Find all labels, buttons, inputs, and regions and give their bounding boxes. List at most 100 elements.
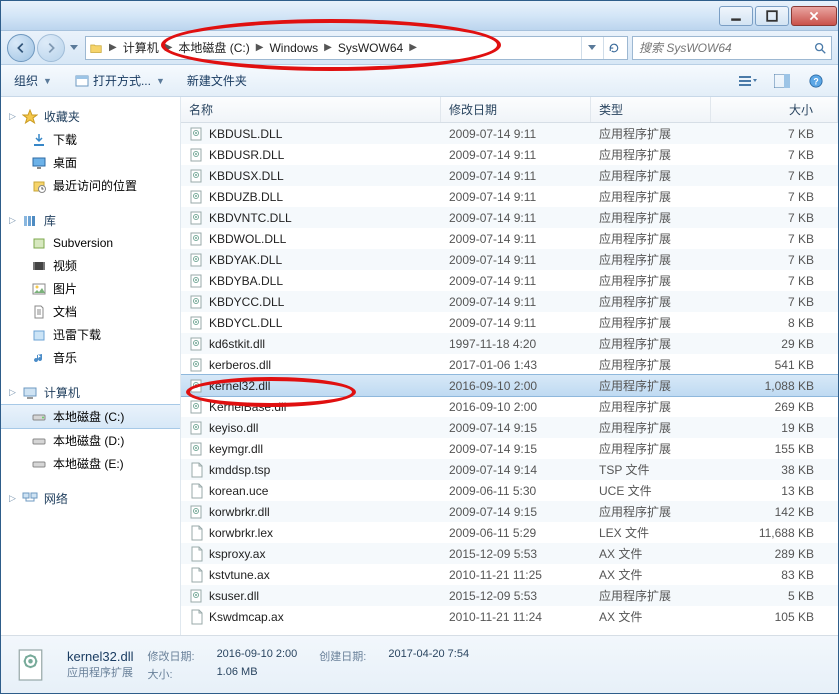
history-dropdown[interactable] [67,36,81,60]
file-name: KBDYCC.DLL [209,295,284,309]
sidebar-group-network[interactable]: ▷ 网络 [1,487,180,510]
file-row[interactable]: KBDUSX.DLL2009-07-14 9:11应用程序扩展7 KB [181,165,838,186]
dll-icon [189,357,205,373]
file-row[interactable]: korean.uce2009-06-11 5:30UCE 文件13 KB [181,480,838,501]
help-button[interactable]: ? [802,70,830,92]
file-row[interactable]: KBDUSR.DLL2009-07-14 9:11应用程序扩展7 KB [181,144,838,165]
search-icon[interactable] [809,41,831,55]
maximize-button[interactable] [755,6,789,26]
file-list[interactable]: KBDUSL.DLL2009-07-14 9:11应用程序扩展7 KBKBDUS… [181,123,838,635]
collapse-icon: ▷ [9,111,16,122]
video-icon [31,258,47,274]
sidebar-group-favorites[interactable]: ▷ 收藏夹 [1,105,180,128]
file-row[interactable]: korwbrkr.dll2009-07-14 9:15应用程序扩展142 KB [181,501,838,522]
file-row[interactable]: kmddsp.tsp2009-07-14 9:14TSP 文件38 KB [181,459,838,480]
breadcrumb-item[interactable]: Windows [266,37,321,59]
sidebar-item-recent[interactable]: 最近访问的位置 [1,174,180,197]
file-row[interactable]: keyiso.dll2009-07-14 9:15应用程序扩展19 KB [181,417,838,438]
sidebar-item-drive-e[interactable]: 本地磁盘 (E:) [1,452,180,475]
file-date: 2009-07-14 9:11 [441,169,591,183]
file-size: 7 KB [711,127,838,141]
file-row[interactable]: KBDUZB.DLL2009-07-14 9:11应用程序扩展7 KB [181,186,838,207]
breadcrumb-dropdown[interactable] [581,37,601,59]
sidebar-item-videos[interactable]: 视频 [1,254,180,277]
file-row[interactable]: korwbrkr.lex2009-06-11 5:29LEX 文件11,688 … [181,522,838,543]
file-row[interactable]: kerberos.dll2017-01-06 1:43应用程序扩展541 KB [181,354,838,375]
file-type: 应用程序扩展 [591,188,711,205]
sidebar-item-downloads[interactable]: 下载 [1,128,180,151]
sidebar-item-label: 视频 [53,257,77,274]
dll-icon [189,378,205,394]
column-size[interactable]: 大小 [711,97,838,122]
file-size: 38 KB [711,463,838,477]
sidebar-item-drive-c[interactable]: 本地磁盘 (C:) [1,404,180,429]
forward-button[interactable] [37,34,65,62]
preview-pane-button[interactable] [768,70,796,92]
refresh-button[interactable] [603,37,623,59]
file-date: 2009-06-11 5:29 [441,526,591,540]
chevron-right-icon: ▶ [253,42,267,53]
file-row[interactable]: KBDYCL.DLL2009-07-14 9:11应用程序扩展8 KB [181,312,838,333]
sidebar-item-drive-d[interactable]: 本地磁盘 (D:) [1,429,180,452]
file-size: 5 KB [711,589,838,603]
file-row[interactable]: KBDYBA.DLL2009-07-14 9:11应用程序扩展7 KB [181,270,838,291]
breadcrumb-item[interactable]: 计算机 [120,37,162,59]
file-row[interactable]: KernelBase.dll2016-09-10 2:00应用程序扩展269 K… [181,396,838,417]
search-input[interactable] [633,41,809,55]
open-with-menu[interactable]: 打开方式... ▼ [69,69,170,92]
sidebar-item-subversion[interactable]: Subversion [1,232,180,254]
file-row[interactable]: kernel32.dll2016-09-10 2:00应用程序扩展1,088 K… [181,375,838,396]
sidebar-item-documents[interactable]: 文档 [1,300,180,323]
svn-icon [31,235,47,251]
breadcrumb-item[interactable]: 本地磁盘 (C:) [175,37,252,59]
file-row[interactable]: KBDWOL.DLL2009-07-14 9:11应用程序扩展7 KB [181,228,838,249]
file-row[interactable]: kstvtune.ax2010-11-21 11:25AX 文件83 KB [181,564,838,585]
column-name[interactable]: 名称 [181,97,441,122]
file-icon [189,462,205,478]
file-row[interactable]: KBDUSL.DLL2009-07-14 9:11应用程序扩展7 KB [181,123,838,144]
file-row[interactable]: KBDYAK.DLL2009-07-14 9:11应用程序扩展7 KB [181,249,838,270]
file-date: 2015-12-09 5:53 [441,589,591,603]
file-row[interactable]: ksuser.dll2015-12-09 5:53应用程序扩展5 KB [181,585,838,606]
sidebar-item-pictures[interactable]: 图片 [1,277,180,300]
file-row[interactable]: keymgr.dll2009-07-14 9:15应用程序扩展155 KB [181,438,838,459]
file-date: 2009-07-14 9:11 [441,232,591,246]
file-name: KernelBase.dll [209,400,286,414]
dll-icon [189,168,205,184]
organize-menu[interactable]: 组织 ▼ [9,69,57,92]
sidebar-item-desktop[interactable]: 桌面 [1,151,180,174]
file-row[interactable]: ksproxy.ax2015-12-09 5:53AX 文件289 KB [181,543,838,564]
search-box[interactable] [632,36,832,60]
minimize-button[interactable] [719,6,753,26]
file-row[interactable]: kd6stkit.dll1997-11-18 4:20应用程序扩展29 KB [181,333,838,354]
details-mod-value: 2016-09-10 2:00 [217,648,298,664]
file-icon [189,483,205,499]
breadcrumb[interactable]: ▶ 计算机 ▶ 本地磁盘 (C:) ▶ Windows ▶ SysWOW64 ▶ [85,36,628,60]
breadcrumb-item[interactable]: SysWOW64 [335,37,406,59]
chevron-right-icon: ▶ [162,42,176,53]
sidebar-group-libraries[interactable]: ▷ 库 [1,209,180,232]
file-name: kerberos.dll [209,358,271,372]
file-size: 7 KB [711,295,838,309]
library-icon [22,213,38,229]
file-icon [189,546,205,562]
back-button[interactable] [7,34,35,62]
new-folder-button[interactable]: 新建文件夹 [182,69,252,92]
close-button[interactable] [791,6,837,26]
file-row[interactable]: Kswdmcap.ax2010-11-21 11:24AX 文件105 KB [181,606,838,627]
sidebar-group-computer[interactable]: ▷ 计算机 [1,381,180,404]
file-row[interactable]: KBDYCC.DLL2009-07-14 9:11应用程序扩展7 KB [181,291,838,312]
file-size: 83 KB [711,568,838,582]
file-name: KBDYAK.DLL [209,253,282,267]
column-type[interactable]: 类型 [591,97,711,122]
sidebar-item-label: Subversion [53,236,113,250]
file-type: AX 文件 [591,566,711,583]
file-size: 7 KB [711,211,838,225]
column-date[interactable]: 修改日期 [441,97,591,122]
file-row[interactable]: KBDVNTC.DLL2009-07-14 9:11应用程序扩展7 KB [181,207,838,228]
file-type: 应用程序扩展 [591,272,711,289]
file-size: 1,088 KB [711,379,838,393]
sidebar-item-music[interactable]: 音乐 [1,346,180,369]
view-options-button[interactable] [734,70,762,92]
sidebar-item-thunder[interactable]: 迅雷下载 [1,323,180,346]
